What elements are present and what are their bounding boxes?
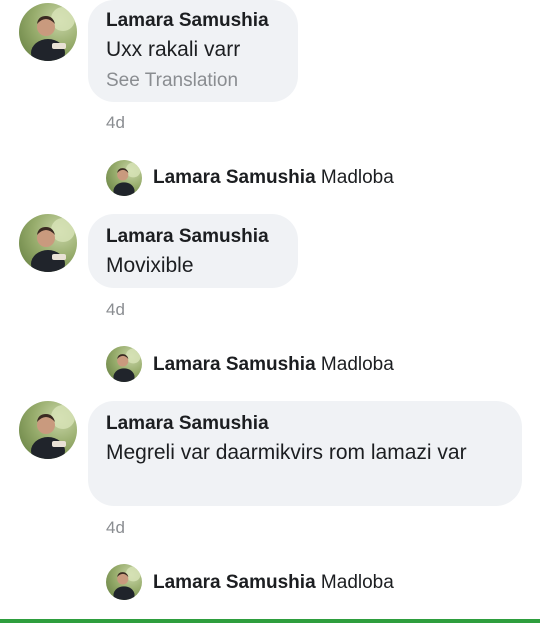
reply-preview[interactable]: Lamara Samushia Madloba [153,167,394,189]
reply-preview[interactable]: Lamara Samushia Madloba [153,354,394,376]
avatar-photo-icon [31,218,75,272]
avatar[interactable] [19,214,77,272]
reply-author[interactable]: Lamara Samushia [153,167,316,188]
avatar-photo-icon [31,7,75,61]
avatar-photo-icon [113,162,141,196]
reply-avatar[interactable] [106,564,142,600]
comment-author[interactable]: Lamara Samushia [106,10,269,32]
reply-text: Madloba [320,354,394,375]
avatar-photo-icon [113,566,141,600]
avatar[interactable] [19,401,77,459]
reply-text: Madloba [320,572,394,593]
comment-text: Uxx rakali varr [106,38,241,61]
comment-author[interactable]: Lamara Samushia [106,226,269,248]
reply-text: Madloba [320,167,394,188]
avatar-photo-icon [113,348,141,382]
reply-avatar[interactable] [106,346,142,382]
reply-avatar[interactable] [106,160,142,196]
comment-author[interactable]: Lamara Samushia [106,413,269,435]
see-translation-link[interactable]: See Translation [106,70,238,92]
reply-preview[interactable]: Lamara Samushia Madloba [153,572,394,594]
avatar-photo-icon [31,405,75,459]
comment-timestamp[interactable]: 4d [106,113,125,133]
reply-author[interactable]: Lamara Samushia [153,572,316,593]
bottom-accent-bar [0,619,540,623]
comment-text: Movixible [106,254,194,277]
reply-author[interactable]: Lamara Samushia [153,354,316,375]
comment-timestamp[interactable]: 4d [106,518,125,538]
comment-timestamp[interactable]: 4d [106,300,125,320]
avatar[interactable] [19,3,77,61]
comment-text: Megreli var daarmikvirs rom lamazi var [106,441,467,464]
